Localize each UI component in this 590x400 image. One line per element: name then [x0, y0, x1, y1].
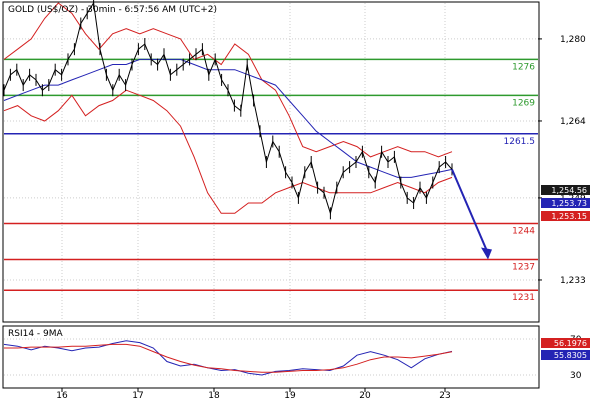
x-tick-label: 18 — [208, 391, 220, 400]
rsi-label: RSI14 - 9MA — [8, 329, 64, 339]
level-label: 1244 — [512, 227, 535, 237]
chart-root: 127612691261.5124412371231 1,2331,2491,2… — [0, 0, 590, 400]
level-label: 1237 — [512, 262, 535, 272]
y-tick-label: 1,264 — [560, 117, 586, 127]
rsi-badge-label: 55.8305 — [554, 351, 587, 360]
x-tick-label: 16 — [56, 391, 68, 400]
price-badge-label: 1,254.56 — [551, 186, 587, 195]
x-tick-label: 17 — [132, 391, 143, 400]
chart-title: GOLD (US$/OZ) - 30min - 6:57:56 AM (UTC+… — [8, 5, 217, 15]
price-badge-label: 1,253.73 — [551, 199, 587, 208]
y-tick-label: 1,280 — [560, 35, 586, 45]
price-badges: 1,254.56 1,253.73 1,253.15 — [541, 185, 590, 221]
x-tick-label: 23 — [439, 391, 450, 400]
level-label: 1261.5 — [504, 137, 536, 147]
rsi-y-tick-label: 30 — [570, 371, 582, 381]
rsi-badge-label: 56.1976 — [554, 339, 587, 348]
y-tick-label: 1,233 — [560, 276, 586, 286]
level-label: 1276 — [512, 62, 535, 72]
x-tick-label: 20 — [359, 391, 371, 400]
level-label: 1269 — [512, 98, 535, 108]
price-badge-label: 1,253.15 — [551, 212, 587, 221]
x-tick-label: 19 — [284, 391, 296, 400]
level-label: 1231 — [512, 293, 535, 303]
